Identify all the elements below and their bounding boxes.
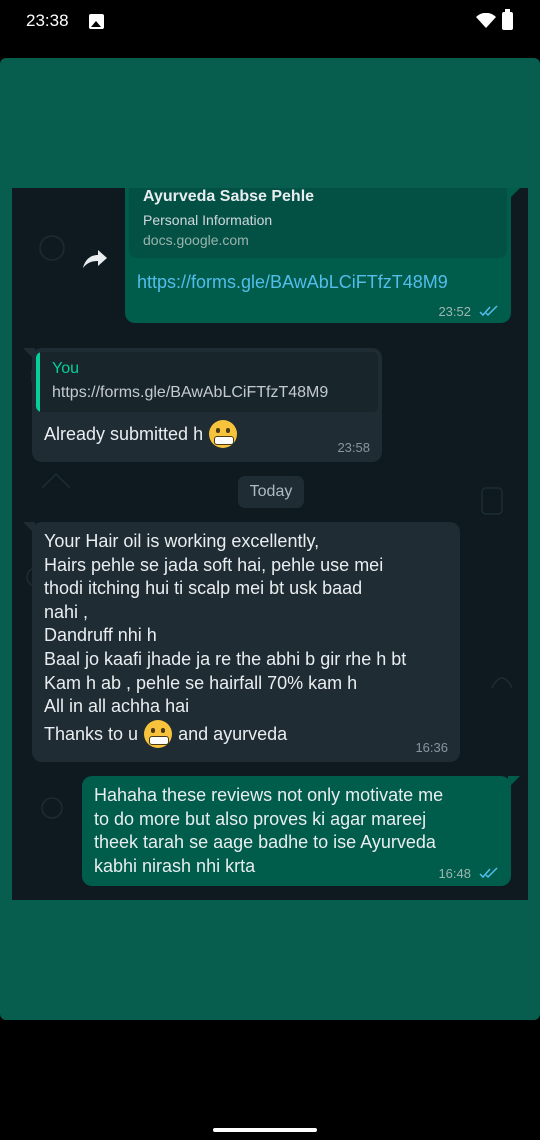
message-time: 16:48 xyxy=(438,866,471,881)
link-preview[interactable]: Ayurveda Sabse Pehle Personal Informatio… xyxy=(129,188,507,258)
message-line: Dandruff nhi h xyxy=(44,625,157,646)
forward-icon[interactable] xyxy=(82,248,108,270)
message-line: kabhi nirash nhi krta xyxy=(94,855,256,876)
status-time: 23:38 xyxy=(26,11,69,30)
message-line: Hairs pehle se jada soft hai, pehle use … xyxy=(44,554,384,575)
quote-author: You xyxy=(52,360,79,377)
message-line: Baal jo kaafi jhade ja re the abhi b gir… xyxy=(44,648,407,669)
wifi-icon xyxy=(476,13,496,28)
message-text: Your Hair oil is working excellently, Ha… xyxy=(44,530,406,719)
message-line: All in all achha hai xyxy=(44,696,190,717)
message-line: thodi itching hui ti scalp mei bt usk ba… xyxy=(44,578,363,599)
incoming-message-review[interactable]: Your Hair oil is working excellently, Ha… xyxy=(23,522,460,762)
image-icon xyxy=(89,14,104,29)
quoted-message[interactable]: You https://forms.gle/BAwAbLCiFTfzT48M9 xyxy=(36,352,378,412)
message-last-line: Thanks to u and ayurveda xyxy=(44,720,287,748)
message-time: 23:52 xyxy=(438,304,471,319)
message-text: Hahaha these reviews not only motivate m… xyxy=(94,784,443,878)
message-line: Kam h ab , pehle se hairfall 70% kam h xyxy=(44,672,358,693)
chat-area[interactable]: Ayurveda Sabse Pehle Personal Informatio… xyxy=(12,188,528,900)
message-line: and ayurveda xyxy=(178,723,288,744)
message-time: 23:58 xyxy=(337,440,370,455)
status-bar: 23:38 xyxy=(0,0,540,44)
message-line: Thanks to u xyxy=(44,723,139,744)
link-preview-title: Ayurveda Sabse Pehle xyxy=(143,188,315,205)
message-line: theek tarah se aage badhe to ise Ayurved… xyxy=(94,832,436,853)
outgoing-message-reply[interactable]: Hahaha these reviews not only motivate m… xyxy=(82,776,520,886)
quote-text: https://forms.gle/BAwAbLCiFTfzT48M9 xyxy=(52,384,329,401)
read-ticks-icon xyxy=(479,867,498,879)
message-link[interactable]: https://forms.gle/BAwAbLCiFTfzT48M9 xyxy=(137,272,448,293)
message-text-row: Already submitted h xyxy=(44,420,238,448)
link-preview-domain: docs.google.com xyxy=(143,232,249,248)
link-preview-subtitle: Personal Information xyxy=(143,212,273,228)
date-divider: Today xyxy=(238,476,304,508)
message-time: 16:36 xyxy=(415,740,448,755)
grimacing-face-icon xyxy=(209,420,238,448)
message-line: nahi , xyxy=(44,601,89,622)
message-text: Already submitted h xyxy=(44,423,204,444)
message-line: Your Hair oil is working excellently, xyxy=(44,531,320,551)
message-line: to do more but also proves ki agar maree… xyxy=(94,808,427,829)
incoming-message-reply[interactable]: You https://forms.gle/BAwAbLCiFTfzT48M9 … xyxy=(23,348,382,462)
battery-icon xyxy=(502,9,513,30)
grimacing-face-icon xyxy=(144,720,173,748)
quote-bar xyxy=(36,352,40,412)
read-ticks-icon xyxy=(479,305,498,317)
outgoing-message-link[interactable]: Ayurveda Sabse Pehle Personal Informatio… xyxy=(125,188,520,323)
message-line: Hahaha these reviews not only motivate m… xyxy=(94,785,444,805)
home-indicator[interactable] xyxy=(213,1128,317,1132)
